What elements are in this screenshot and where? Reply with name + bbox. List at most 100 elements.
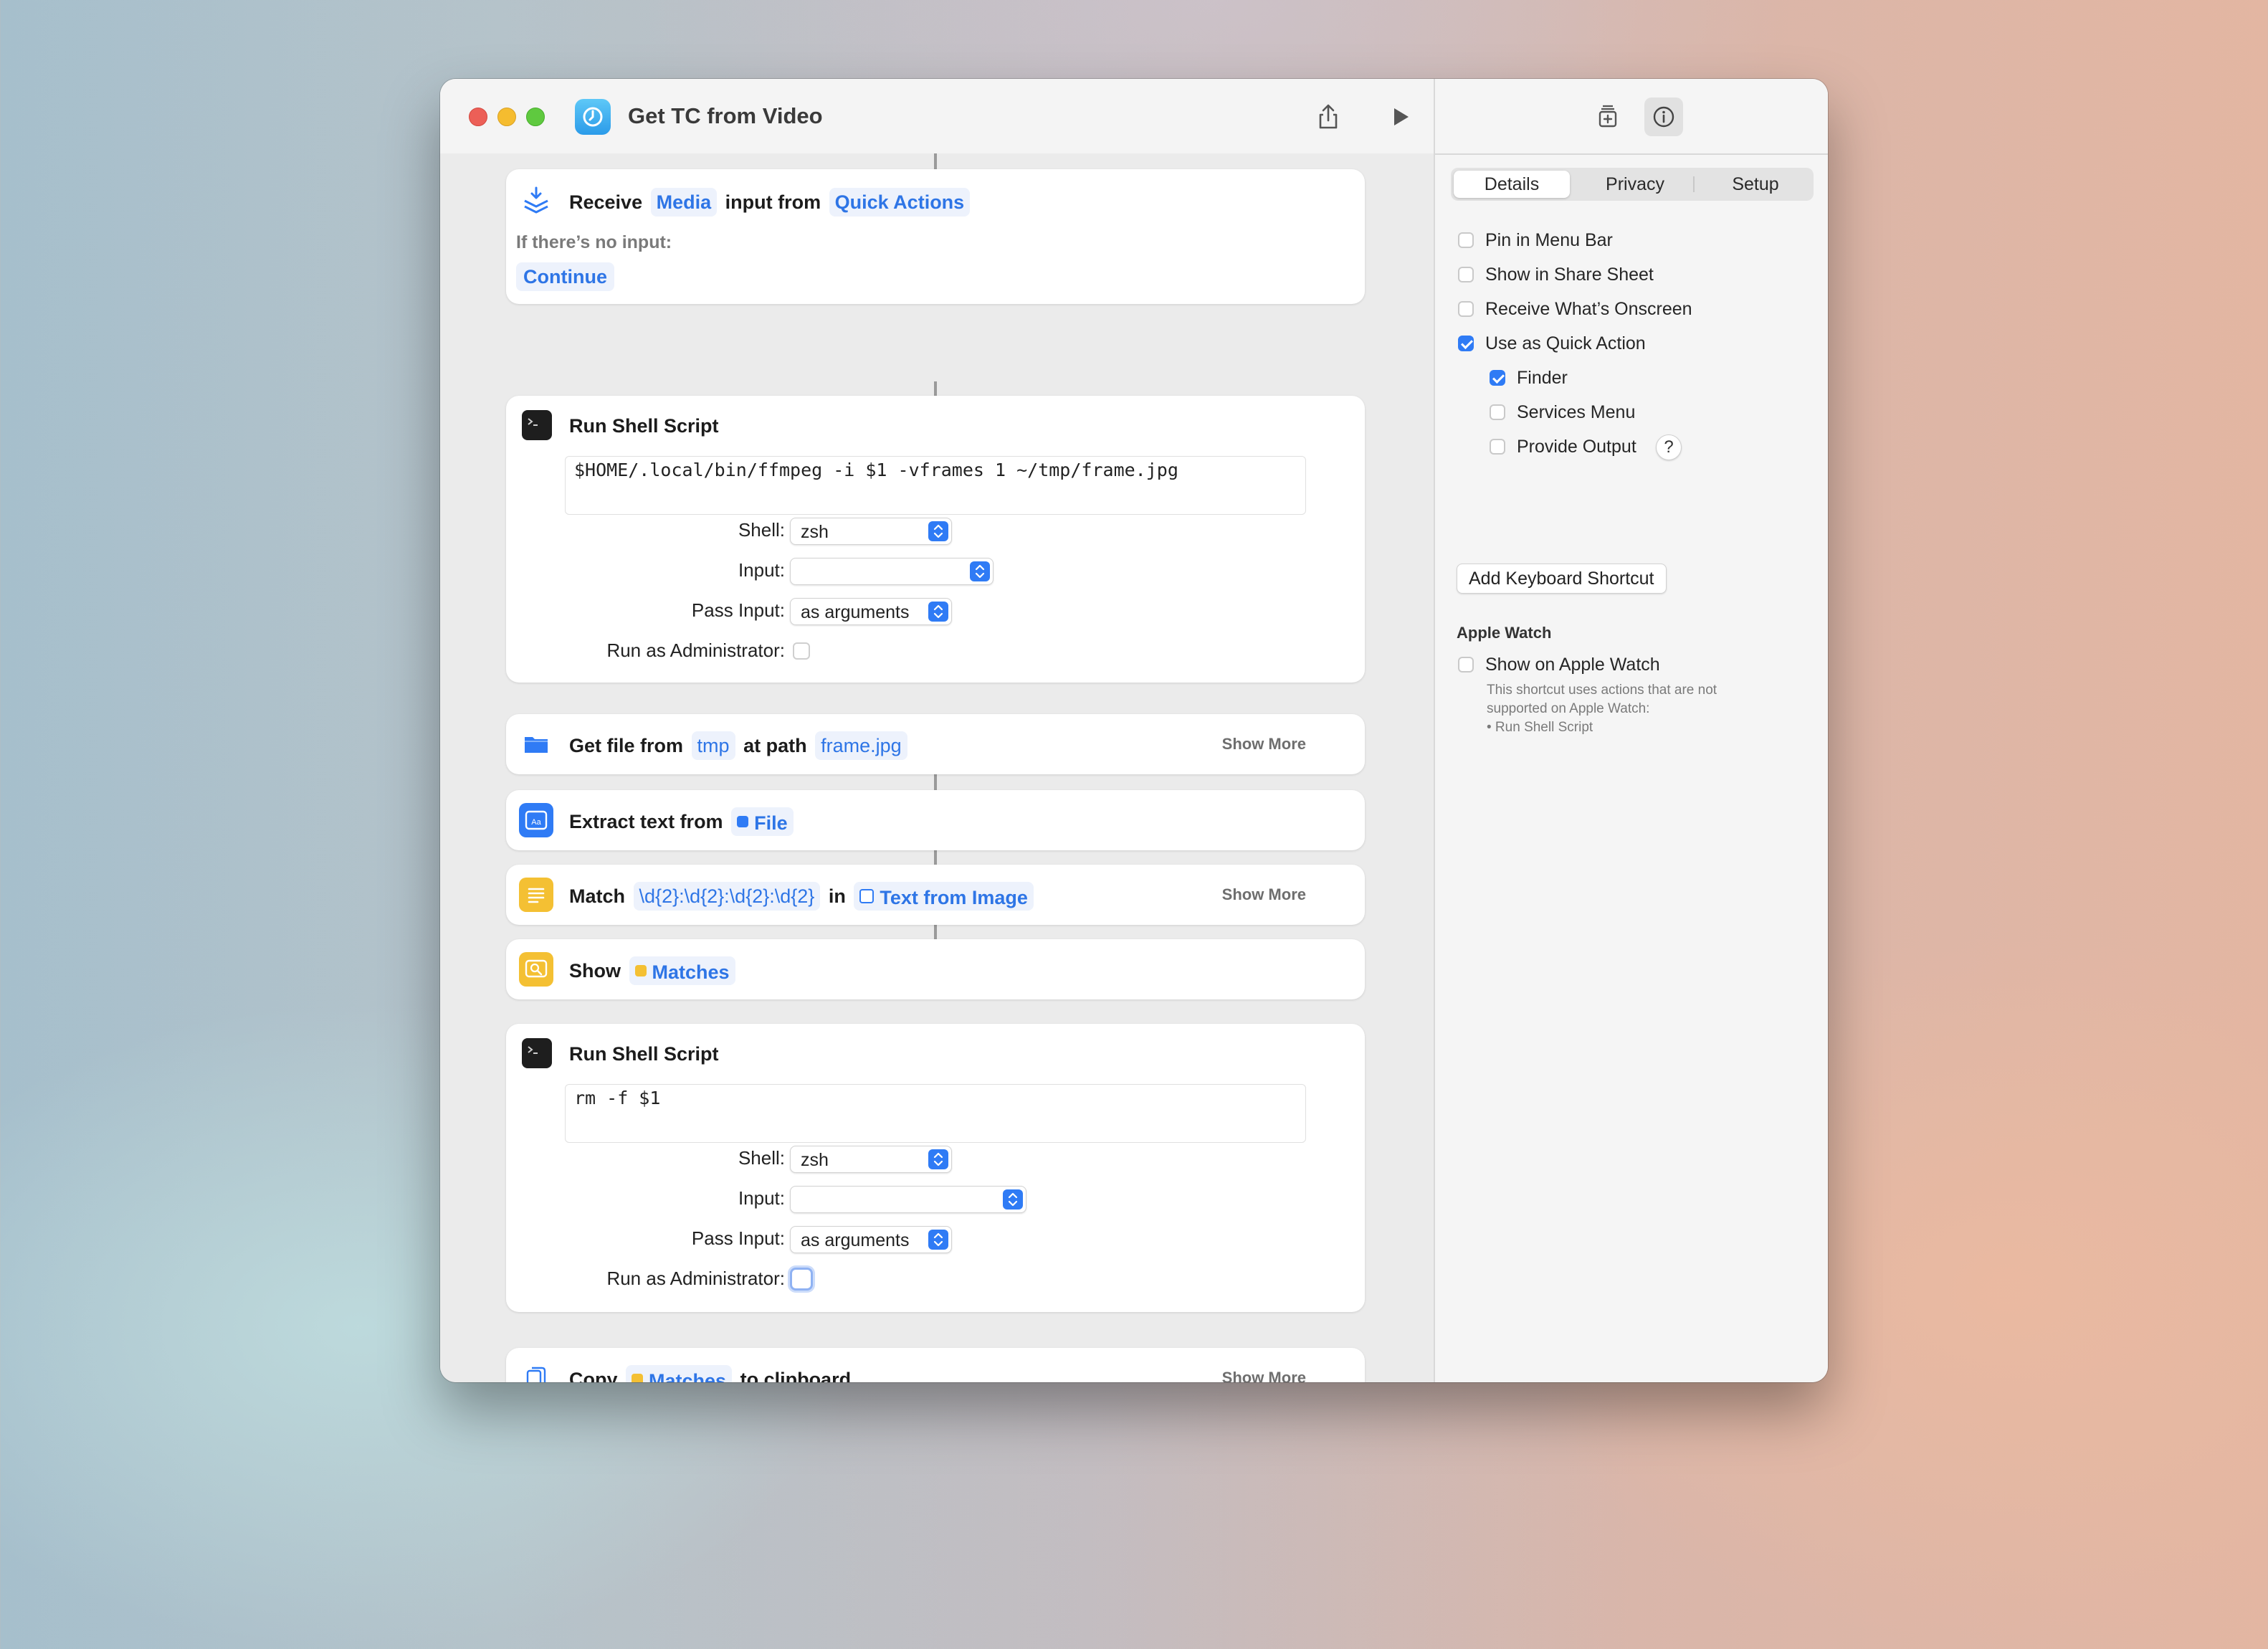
option-label: Show in Share Sheet	[1485, 265, 1654, 285]
receive-onscreen-checkbox[interactable]	[1458, 301, 1474, 317]
shell-popup[interactable]: zsh	[790, 518, 952, 545]
tab-divider	[1693, 176, 1695, 192]
finder-checkbox[interactable]	[1490, 370, 1505, 386]
in-label: in	[828, 885, 846, 907]
shell-label: Shell:	[738, 1147, 785, 1169]
show-verb: Show	[569, 959, 621, 982]
text-lines-icon	[632, 1373, 644, 1382]
receive-input-from-label: input from	[725, 191, 821, 213]
matches-token[interactable]: Matches	[626, 1364, 733, 1382]
editor-canvas[interactable]: Receive Media input from Quick Actions I…	[440, 153, 1434, 1382]
text-lines-icon	[519, 878, 553, 912]
apple-watch-note-line: supported on Apple Watch:	[1487, 701, 1650, 716]
copy-verb: Copy	[569, 1368, 618, 1382]
tmp-token[interactable]: tmp	[691, 731, 735, 760]
minimize-window-button[interactable]	[497, 108, 516, 126]
show-more-button[interactable]: Show More	[1222, 1361, 1306, 1382]
show-on-apple-watch-checkbox[interactable]	[1458, 657, 1474, 673]
window-title[interactable]: Get TC from Video	[628, 103, 823, 129]
show-row: Show Matches	[569, 952, 738, 987]
pass-input-value: as arguments	[801, 1230, 910, 1250]
tab-details[interactable]: Details	[1454, 171, 1570, 198]
run-shell-script-card[interactable]: Run Shell Script $HOME/.local/bin/ffmpeg…	[506, 396, 1365, 683]
title-bar: Get TC from Video	[440, 79, 1434, 155]
extract-text-action-card[interactable]: Aa Extract text from File	[506, 790, 1365, 850]
quick-actions-token[interactable]: Quick Actions	[829, 187, 971, 217]
shortcut-clock-icon[interactable]	[575, 99, 611, 135]
text-from-image-token[interactable]: Text from Image	[854, 881, 1034, 911]
text-lines-icon	[634, 964, 647, 976]
to-clipboard-label: to clipboard	[740, 1368, 852, 1382]
chevron-updown-icon	[1003, 1189, 1023, 1210]
receive-action-card[interactable]: Receive Media input from Quick Actions I…	[506, 169, 1365, 304]
connector	[934, 153, 937, 169]
run-as-admin-checkbox[interactable]	[790, 1268, 813, 1291]
run-as-admin-label: Run as Administrator:	[606, 1268, 785, 1289]
receive-verb: Receive	[569, 191, 643, 213]
tab-setup[interactable]: Setup	[1697, 171, 1814, 198]
play-icon[interactable]	[1381, 98, 1419, 136]
extract-text-verb: Extract text from	[569, 810, 723, 832]
provide-output-checkbox[interactable]	[1490, 439, 1505, 455]
shell-script-title: Run Shell Script	[569, 415, 719, 437]
matches-token-label: Matches	[649, 1369, 727, 1382]
continue-token[interactable]: Continue	[516, 262, 614, 291]
file-token[interactable]: File	[731, 807, 794, 836]
script-editor[interactable]: rm -f $1	[565, 1084, 1306, 1143]
input-popup[interactable]	[790, 558, 994, 585]
connector	[934, 925, 937, 939]
show-more-button[interactable]: Show More	[1222, 727, 1306, 761]
info-icon[interactable]	[1644, 98, 1683, 136]
option-label: Use as Quick Action	[1485, 333, 1646, 353]
get-file-action-card[interactable]: Get file from tmp at path frame.jpg Show…	[506, 714, 1365, 774]
services-menu-checkbox[interactable]	[1490, 404, 1505, 420]
terminal-icon	[522, 410, 552, 440]
text-recognition-icon: Aa	[519, 803, 553, 837]
extract-text-row: Extract text from File	[569, 803, 796, 837]
pass-input-popup[interactable]: as arguments	[790, 598, 952, 625]
apple-watch-heading: Apple Watch	[1457, 624, 1552, 642]
tab-privacy[interactable]: Privacy	[1577, 171, 1693, 198]
input-popup[interactable]	[790, 1186, 1026, 1213]
zoom-window-button[interactable]	[526, 108, 545, 126]
copy-to-clipboard-action-card[interactable]: Copy Matches to clipboard Show More	[506, 1348, 1365, 1382]
show-result-action-card[interactable]: Show Matches	[506, 939, 1365, 999]
shell-value: zsh	[801, 522, 829, 542]
matches-token[interactable]: Matches	[629, 956, 735, 985]
pin-in-menu-bar-checkbox[interactable]	[1458, 232, 1474, 248]
chevron-updown-icon	[928, 1230, 948, 1250]
script-editor[interactable]: $HOME/.local/bin/ffmpeg -i $1 -vframes 1…	[565, 456, 1306, 515]
pass-input-label: Pass Input:	[691, 1227, 785, 1249]
share-icon[interactable]	[1309, 98, 1348, 136]
option-label: Services Menu	[1517, 402, 1636, 422]
media-token[interactable]: Media	[650, 187, 718, 217]
text-from-image-label: Text from Image	[880, 886, 1028, 908]
copy-row: Copy Matches to clipboard	[569, 1361, 851, 1382]
file-token-label: File	[754, 812, 788, 834]
match-text-action-card[interactable]: Match \d{2}:\d{2}:\d{2}:\d{2} in Text fr…	[506, 865, 1365, 925]
chevron-updown-icon	[928, 1149, 948, 1169]
regex-token[interactable]: \d{2}:\d{2}:\d{2}:\d{2}	[633, 881, 821, 911]
run-as-admin-label: Run as Administrator:	[606, 640, 785, 661]
run-as-admin-checkbox[interactable]	[793, 642, 810, 660]
run-shell-script-card[interactable]: Run Shell Script rm -f $1 Shell: zsh Inp…	[506, 1024, 1365, 1312]
show-more-button[interactable]: Show More	[1222, 878, 1306, 912]
show-in-share-sheet-checkbox[interactable]	[1458, 267, 1474, 282]
sidebar-tab-bar: Details Privacy Setup	[1451, 168, 1814, 201]
match-row: Match \d{2}:\d{2}:\d{2}:\d{2} in Text fr…	[569, 878, 1037, 912]
use-as-quick-action-checkbox[interactable]	[1458, 336, 1474, 351]
input-label: Input:	[738, 1187, 785, 1209]
script-text: rm -f $1	[574, 1088, 661, 1108]
frame-jpg-token[interactable]: frame.jpg	[815, 731, 907, 760]
connector	[934, 381, 937, 396]
help-button[interactable]: ?	[1656, 434, 1682, 460]
close-window-button[interactable]	[469, 108, 487, 126]
input-label: Input:	[738, 559, 785, 581]
text-recognition-icon	[859, 888, 875, 903]
sidebar-toolbar	[1435, 79, 1828, 155]
shell-popup[interactable]: zsh	[790, 1146, 952, 1173]
action-library-icon[interactable]	[1588, 98, 1627, 136]
apple-watch-note-line: • Run Shell Script	[1487, 720, 1593, 735]
pass-input-popup[interactable]: as arguments	[790, 1226, 952, 1253]
add-keyboard-shortcut-button[interactable]: Add Keyboard Shortcut	[1457, 564, 1667, 594]
